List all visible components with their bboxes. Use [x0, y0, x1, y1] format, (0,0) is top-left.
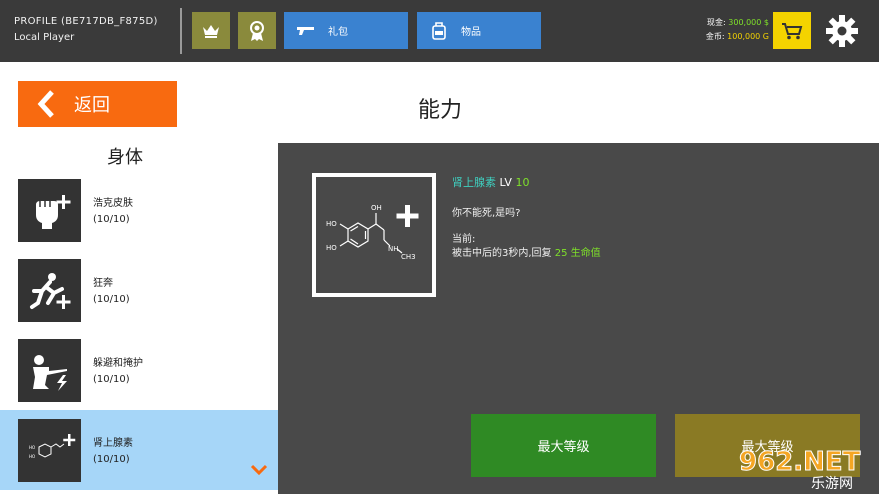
list-item-selected[interactable]: HO HO 肾上腺素 (10/10): [0, 410, 278, 490]
cart-icon: [782, 22, 803, 39]
effect-prefix: 被击中后的3秒内,回复: [452, 248, 552, 259]
item-level: (10/10): [93, 374, 130, 385]
item-name: 狂奔: [93, 278, 113, 289]
profile-info[interactable]: PROFILE (BE717DB_F875D) Local Player: [14, 14, 158, 46]
skill-lv-value: 10: [515, 176, 530, 189]
effect-text: 被击中后的3秒内,回复 25 生命值: [452, 247, 601, 261]
crown-button[interactable]: [192, 12, 230, 49]
chevron-down-icon[interactable]: [250, 464, 268, 476]
chevron-left-icon: [18, 90, 74, 118]
list-item[interactable]: 浩克皮肤 (10/10): [0, 170, 278, 250]
molecule-plus-icon: HO HO: [18, 419, 81, 482]
current-label: 当前:: [452, 234, 476, 245]
svg-text:HO: HO: [29, 445, 35, 450]
effect-value: 25: [554, 248, 568, 259]
backpack-icon: [417, 21, 461, 40]
item-level: (10/10): [93, 454, 130, 465]
profile-name: PROFILE (BE717DB_F875D): [14, 16, 158, 27]
runner-plus-icon: [18, 259, 81, 322]
divider: [180, 8, 182, 54]
svg-text:HO: HO: [326, 244, 337, 252]
crown-icon: [203, 24, 219, 38]
skill-name: 肾上腺素: [452, 176, 496, 189]
list-item[interactable]: 躲避和掩护 (10/10): [0, 330, 278, 410]
item-name: 肾上腺素: [93, 438, 133, 449]
items-button[interactable]: 物品: [417, 12, 541, 49]
achievement-button[interactable]: [238, 12, 276, 49]
item-level: (10/10): [93, 214, 130, 225]
fist-plus-icon: [18, 179, 81, 242]
pistol-icon: [284, 26, 328, 36]
item-name: 躲避和掩护: [93, 358, 143, 369]
skill-title: 肾上腺素 LV 10: [452, 174, 529, 190]
gold-value: 100,000 G: [727, 32, 769, 41]
page-title: 能力: [417, 98, 462, 123]
svg-text:HO: HO: [326, 220, 337, 228]
medal-icon: [250, 20, 264, 41]
player-name: Local Player: [14, 32, 75, 43]
back-button[interactable]: 返回: [18, 81, 177, 127]
shop-button[interactable]: [773, 12, 811, 49]
svg-text:962.NET: 962.NET: [739, 447, 861, 477]
soldier-bolt-icon: [18, 339, 81, 402]
svg-text:OH: OH: [371, 204, 382, 212]
skill-lv-label: LV: [499, 176, 512, 189]
gift-pack-button[interactable]: 礼包: [284, 12, 408, 49]
svg-text:NH: NH: [388, 245, 399, 253]
skill-list[interactable]: 浩克皮肤 (10/10) 狂奔 (10/10) 躲避和掩护 (10/10) HO…: [0, 170, 278, 494]
max-level-button[interactable]: 最大等级: [471, 414, 656, 477]
settings-button[interactable]: [823, 12, 861, 50]
skill-image: HO HO OH NH CH3: [312, 173, 436, 297]
currency-panel: 现金: 300,000 $ 金币: 100,000 G: [706, 16, 769, 44]
item-name: 浩克皮肤: [93, 198, 133, 209]
cash-value: 300,000 $: [728, 18, 769, 27]
items-label: 物品: [461, 27, 481, 38]
list-header: 身体: [107, 147, 143, 168]
svg-text:CH3: CH3: [401, 253, 416, 261]
watermark-logo: 962.NET 乐游网: [739, 447, 862, 493]
gold-label: 金币:: [705, 32, 725, 41]
skill-quote: 你不能死,是吗?: [452, 208, 521, 219]
gold-row: 金币: 100,000 G: [706, 30, 769, 44]
list-item[interactable]: 狂奔 (10/10): [0, 250, 278, 330]
top-bar: PROFILE (BE717DB_F875D) Local Player 礼包: [0, 0, 879, 62]
svg-text:乐游网: 乐游网: [811, 476, 853, 492]
gear-icon: [826, 15, 858, 47]
cash-label: 现金:: [707, 18, 726, 27]
skill-current-effect: 当前: 被击中后的3秒内,回复 25 生命值: [452, 233, 601, 261]
adrenaline-molecule-icon: HO HO OH NH CH3: [326, 204, 419, 261]
back-label: 返回: [74, 95, 110, 116]
gift-pack-label: 礼包: [328, 27, 348, 38]
max-level-label: 最大等级: [537, 440, 590, 455]
effect-suffix: 生命值: [570, 248, 601, 259]
item-level: (10/10): [93, 294, 130, 305]
cash-row: 现金: 300,000 $: [706, 16, 769, 30]
svg-text:HO: HO: [29, 454, 35, 459]
